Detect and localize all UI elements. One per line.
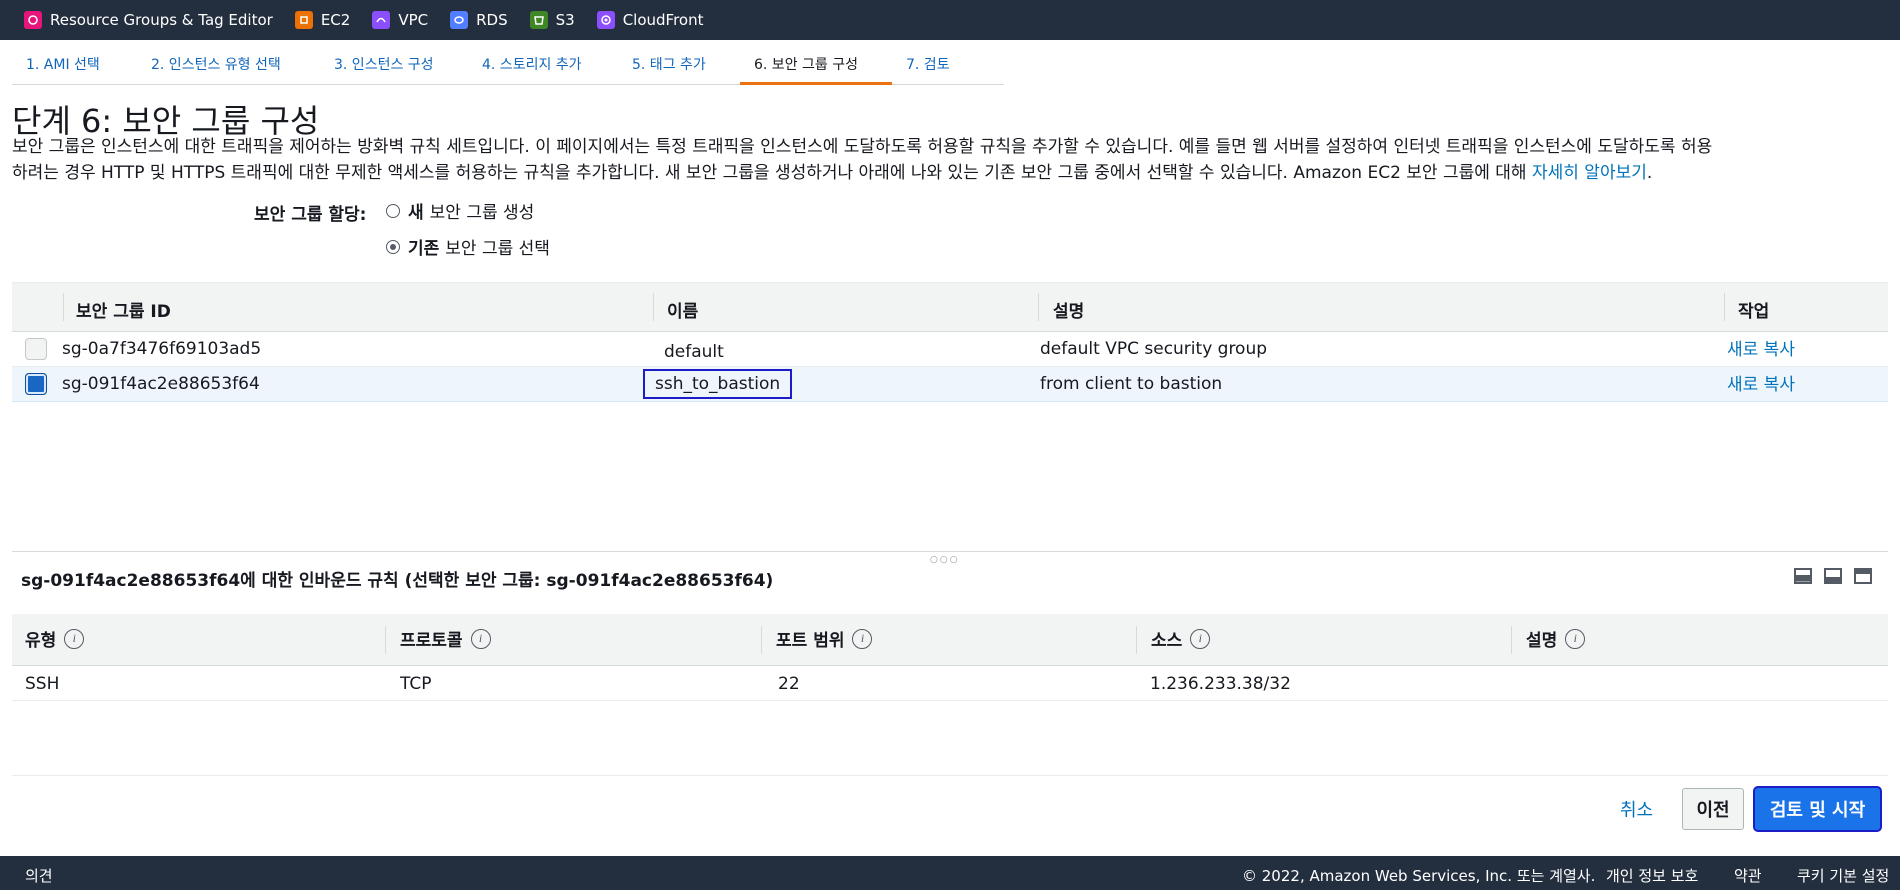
table-row[interactable]: sg-0a7f3476f69103ad5 default default VPC…: [12, 332, 1888, 367]
page-description: 보안 그룹은 인스턴스에 대한 트래픽을 제어하는 방화벽 규칙 세트입니다. …: [12, 134, 1892, 186]
info-icon[interactable]: i: [470, 628, 491, 649]
description-text: 하려는 경우 HTTP 및 HTTPS 트래픽에 대한 무제한 액세스를 허용하…: [12, 163, 1532, 183]
info-icon[interactable]: i: [1565, 628, 1586, 649]
header-protocol-label: 프로토콜: [400, 631, 463, 651]
rule-protocol-cell: TCP: [400, 674, 432, 694]
tab-add-tags[interactable]: 5. 태그 추가: [618, 48, 740, 85]
header-description[interactable]: 설명: [1053, 297, 1084, 322]
description-line-2: 하려는 경우 HTTP 및 HTTPS 트래픽에 대한 무제한 액세스를 허용하…: [12, 160, 1892, 186]
radio-new-label: 보안 그룹 생성: [429, 203, 535, 223]
footer: 의견 © 2022, Amazon Web Services, Inc. 또는 …: [0, 856, 1900, 890]
wizard-steps: 1. AMI 선택 2. 인스턴스 유형 선택 3. 인스턴스 구성 4. 스토…: [12, 48, 1004, 85]
info-icon[interactable]: i: [64, 628, 85, 649]
header-source: 소스 i: [1151, 626, 1211, 651]
sg-desc-cell: default VPC security group: [1040, 339, 1268, 359]
layout-half-icon[interactable]: [1824, 568, 1842, 584]
vpc-icon: [372, 11, 391, 29]
header-type: 유형 i: [25, 626, 85, 651]
panel-splitter[interactable]: [12, 551, 1888, 552]
service-label: EC2: [320, 11, 351, 29]
header-type-label: 유형: [25, 631, 57, 651]
header-desc-label: 설명: [1526, 631, 1558, 651]
description-line-1: 보안 그룹은 인스턴스에 대한 트래픽을 제어하는 방화벽 규칙 세트입니다. …: [12, 137, 1713, 157]
service-label: CloudFront: [622, 11, 704, 29]
copy-to-new-link[interactable]: 새로 복사: [1727, 335, 1795, 360]
rule-port-cell: 22: [778, 674, 800, 694]
terms-link[interactable]: 약관: [1734, 865, 1762, 886]
feedback-link[interactable]: 의견: [25, 865, 53, 886]
panel-layout-toggles: [1794, 568, 1872, 584]
service-rds[interactable]: RDS: [450, 11, 508, 29]
header-port-label: 포트 범위: [776, 631, 845, 651]
previous-button[interactable]: 이전: [1682, 788, 1744, 830]
header-sg-id[interactable]: 보안 그룹 ID: [76, 297, 171, 322]
description-end: .: [1646, 163, 1653, 183]
tab-ami[interactable]: 1. AMI 선택: [12, 48, 137, 85]
sg-name-cell: default: [664, 342, 724, 362]
service-s3[interactable]: S3: [529, 11, 575, 29]
inbound-rules-title: sg-091f4ac2e88653f64에 대한 인바운드 규칙 (선택한 보안…: [21, 571, 774, 591]
service-label: S3: [555, 11, 575, 29]
header-protocol: 프로토콜 i: [400, 626, 491, 651]
service-label: Resource Groups & Tag Editor: [50, 11, 273, 29]
radio-existing-bold: 기존: [408, 239, 440, 259]
radio-existing-label: 보안 그룹 선택: [445, 239, 550, 259]
service-label: VPC: [398, 11, 429, 29]
service-ec2[interactable]: EC2: [294, 11, 351, 29]
inbound-rules-table: 유형 i 프로토콜 i 포트 범위 i 소스 i 설명 i SSH TCP 22 1.23…: [12, 614, 1888, 701]
resource-groups-icon: [24, 11, 42, 29]
rule-type-cell: SSH: [25, 674, 60, 694]
info-icon[interactable]: i: [1190, 628, 1211, 649]
tab-configure-instance[interactable]: 3. 인스턴스 구성: [320, 48, 468, 85]
review-and-launch-button[interactable]: 검토 및 시작: [1755, 788, 1880, 830]
s3-icon: [529, 11, 548, 29]
layout-bottom-icon[interactable]: [1794, 568, 1812, 584]
security-groups-table: 보안 그룹 ID 이름 설명 작업 sg-0a7f3476f69103ad5 d…: [12, 282, 1888, 402]
radio-new-bold: 새: [408, 203, 424, 223]
header-action: 작업: [1738, 302, 1770, 322]
table-header: 보안 그룹 ID 이름 설명 작업: [12, 282, 1888, 332]
divider: [12, 775, 1888, 776]
cancel-button[interactable]: 취소: [1620, 796, 1653, 822]
assign-label: 보안 그룹 할당:: [254, 205, 367, 225]
cookie-preferences-link[interactable]: 쿠키 기본 설정: [1797, 865, 1889, 886]
service-cloudfront[interactable]: CloudFront: [596, 11, 704, 29]
header-source-label: 소스: [1151, 631, 1183, 651]
rules-header: 유형 i 프로토콜 i 포트 범위 i 소스 i 설명 i: [12, 614, 1888, 666]
sg-id-cell: sg-091f4ac2e88653f64: [62, 374, 260, 394]
tab-review[interactable]: 7. 검토: [892, 48, 1004, 85]
radio-select-existing[interactable]: 기존 보안 그룹 선택: [386, 234, 550, 259]
sg-name-cell[interactable]: ssh_to_bastion: [643, 369, 793, 399]
sg-desc-cell: from client to bastion: [1040, 374, 1223, 394]
service-vpc[interactable]: VPC: [372, 11, 428, 29]
services-bar: Resource Groups & Tag Editor EC2 VPC RDS…: [0, 0, 1900, 40]
rule-source-cell: 1.236.233.38/32: [1150, 674, 1291, 694]
sg-id-cell: sg-0a7f3476f69103ad5: [62, 339, 262, 359]
layout-top-icon[interactable]: [1854, 568, 1872, 584]
copy-to-new-link[interactable]: 새로 복사: [1727, 370, 1795, 395]
table-row[interactable]: sg-091f4ac2e88653f64 ssh_to_bastion from…: [12, 367, 1888, 402]
radio-existing[interactable]: [386, 239, 400, 254]
table-row: SSH TCP 22 1.236.233.38/32: [12, 666, 1888, 701]
header-name[interactable]: 이름: [667, 297, 698, 322]
info-icon[interactable]: i: [852, 628, 873, 649]
service-resource-groups[interactable]: Resource Groups & Tag Editor: [24, 11, 273, 29]
header-port-range: 포트 범위 i: [776, 626, 873, 651]
tab-add-storage[interactable]: 4. 스토리지 추가: [468, 48, 618, 85]
row-checkbox[interactable]: [25, 373, 47, 395]
radio-create-new[interactable]: 새 보안 그룹 생성: [386, 198, 534, 223]
row-checkbox[interactable]: [25, 338, 47, 360]
cloudfront-icon: [596, 11, 615, 29]
copyright-text: © 2022, Amazon Web Services, Inc. 또는 계열사…: [1242, 867, 1596, 885]
rds-icon: [450, 11, 469, 29]
tab-instance-type[interactable]: 2. 인스턴스 유형 선택: [137, 48, 320, 85]
drag-handle-icon[interactable]: ○○○: [930, 555, 960, 565]
learn-more-link[interactable]: 자세히 알아보기: [1532, 163, 1647, 183]
service-label: RDS: [476, 11, 508, 29]
tab-security-group[interactable]: 6. 보안 그룹 구성: [740, 48, 892, 85]
privacy-link[interactable]: 개인 정보 보호: [1606, 865, 1698, 886]
ec2-icon: [294, 11, 313, 29]
radio-new[interactable]: [386, 203, 400, 218]
header-rule-desc: 설명 i: [1526, 626, 1586, 651]
